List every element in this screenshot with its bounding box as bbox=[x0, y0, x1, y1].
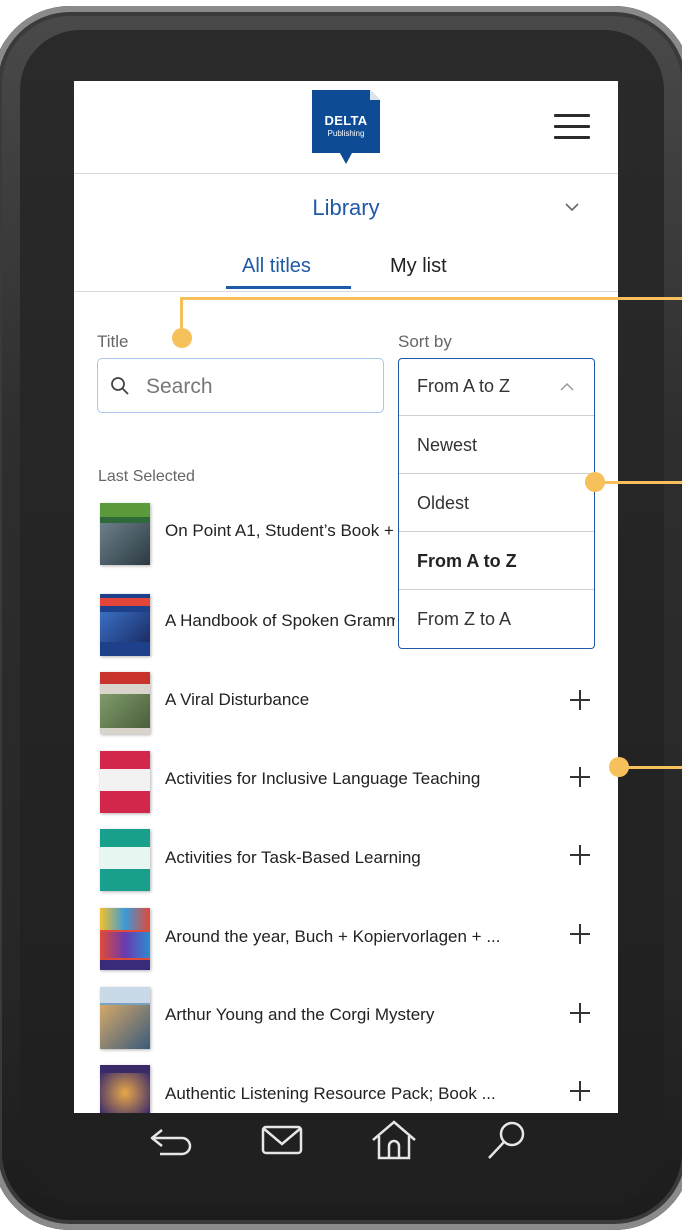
book-title: A Viral Disturbance bbox=[165, 690, 310, 709]
callout-line bbox=[180, 297, 682, 300]
delta-publishing-logo[interactable]: DELTA Publishing bbox=[312, 90, 380, 165]
list-item[interactable]: Authentic Listening Resource Pack; Book … bbox=[74, 1065, 618, 1113]
back-icon[interactable] bbox=[148, 1118, 196, 1162]
book-cover-image bbox=[100, 751, 150, 813]
list-item[interactable]: Arthur Young and the Corgi Mystery bbox=[74, 987, 618, 1057]
sort-selected-value: From A to Z bbox=[417, 376, 511, 396]
logo-text-delta: DELTA bbox=[324, 113, 368, 128]
tab-all-titles[interactable]: All titles bbox=[242, 255, 311, 278]
add-to-list-button[interactable] bbox=[570, 845, 590, 865]
book-cover-image bbox=[100, 672, 150, 734]
callout-line bbox=[622, 766, 682, 769]
book-title: A Handbook of Spoken Grammar bbox=[165, 611, 395, 630]
sort-option-label: Newest bbox=[417, 435, 478, 455]
last-selected-label: Last Selected bbox=[98, 468, 195, 485]
book-title: Around the year, Buch + Kopiervorlagen +… bbox=[165, 927, 501, 946]
app-screen: DELTA Publishing Library All titles My l… bbox=[74, 81, 618, 1113]
list-item[interactable]: A Viral Disturbance bbox=[74, 672, 618, 742]
sort-option-newest[interactable]: Newest bbox=[399, 415, 594, 473]
chevron-down-icon[interactable] bbox=[564, 199, 580, 215]
add-to-list-button[interactable] bbox=[570, 767, 590, 787]
callout-dot bbox=[585, 472, 605, 492]
hamburger-menu-icon[interactable] bbox=[554, 114, 590, 142]
add-to-list-button[interactable] bbox=[570, 690, 590, 710]
add-to-list-button[interactable] bbox=[570, 1081, 590, 1101]
list-item[interactable]: Around the year, Buch + Kopiervorlagen +… bbox=[74, 908, 618, 978]
book-cover-image bbox=[100, 987, 150, 1049]
add-to-list-button[interactable] bbox=[570, 924, 590, 944]
book-cover-image bbox=[100, 503, 150, 565]
list-item[interactable]: Activities for Inclusive Language Teachi… bbox=[74, 751, 618, 821]
mail-icon[interactable] bbox=[258, 1118, 306, 1162]
book-cover-image bbox=[100, 1065, 150, 1113]
add-to-list-button[interactable] bbox=[570, 1003, 590, 1023]
list-item[interactable]: On Point A1, Student’s Book + ... bbox=[74, 503, 618, 573]
callout-dot bbox=[609, 757, 629, 777]
callout-line bbox=[596, 481, 682, 484]
sort-by-label: Sort by bbox=[398, 332, 452, 351]
home-icon[interactable] bbox=[370, 1118, 418, 1162]
book-cover-image bbox=[100, 908, 150, 970]
app-header: DELTA Publishing bbox=[74, 81, 618, 174]
search-field[interactable] bbox=[97, 358, 384, 413]
search-input[interactable] bbox=[144, 371, 378, 403]
sort-select[interactable]: From A to Z bbox=[398, 358, 595, 416]
book-title: Activities for Task-Based Learning bbox=[165, 848, 421, 867]
book-title: On Point A1, Student’s Book + ... bbox=[165, 521, 393, 540]
callout-dot bbox=[172, 328, 192, 348]
book-title: Arthur Young and the Corgi Mystery bbox=[165, 1005, 435, 1024]
title-filter-label: Title bbox=[97, 332, 129, 351]
logo-text-publishing: Publishing bbox=[327, 129, 365, 138]
list-item[interactable]: Activities for Task-Based Learning bbox=[74, 829, 618, 899]
active-tab-indicator bbox=[226, 286, 351, 289]
tab-my-list[interactable]: My list bbox=[390, 255, 447, 278]
book-cover-image bbox=[100, 594, 150, 656]
book-title: Activities for Inclusive Language Teachi… bbox=[165, 769, 481, 788]
library-title[interactable]: Library bbox=[74, 195, 618, 221]
chevron-up-icon bbox=[560, 382, 574, 391]
book-cover-image bbox=[100, 829, 150, 891]
search-icon bbox=[111, 377, 129, 395]
list-item[interactable]: A Handbook of Spoken Grammar bbox=[74, 594, 618, 664]
search-icon[interactable] bbox=[482, 1118, 530, 1162]
book-title: Authentic Listening Resource Pack; Book … bbox=[165, 1084, 496, 1103]
